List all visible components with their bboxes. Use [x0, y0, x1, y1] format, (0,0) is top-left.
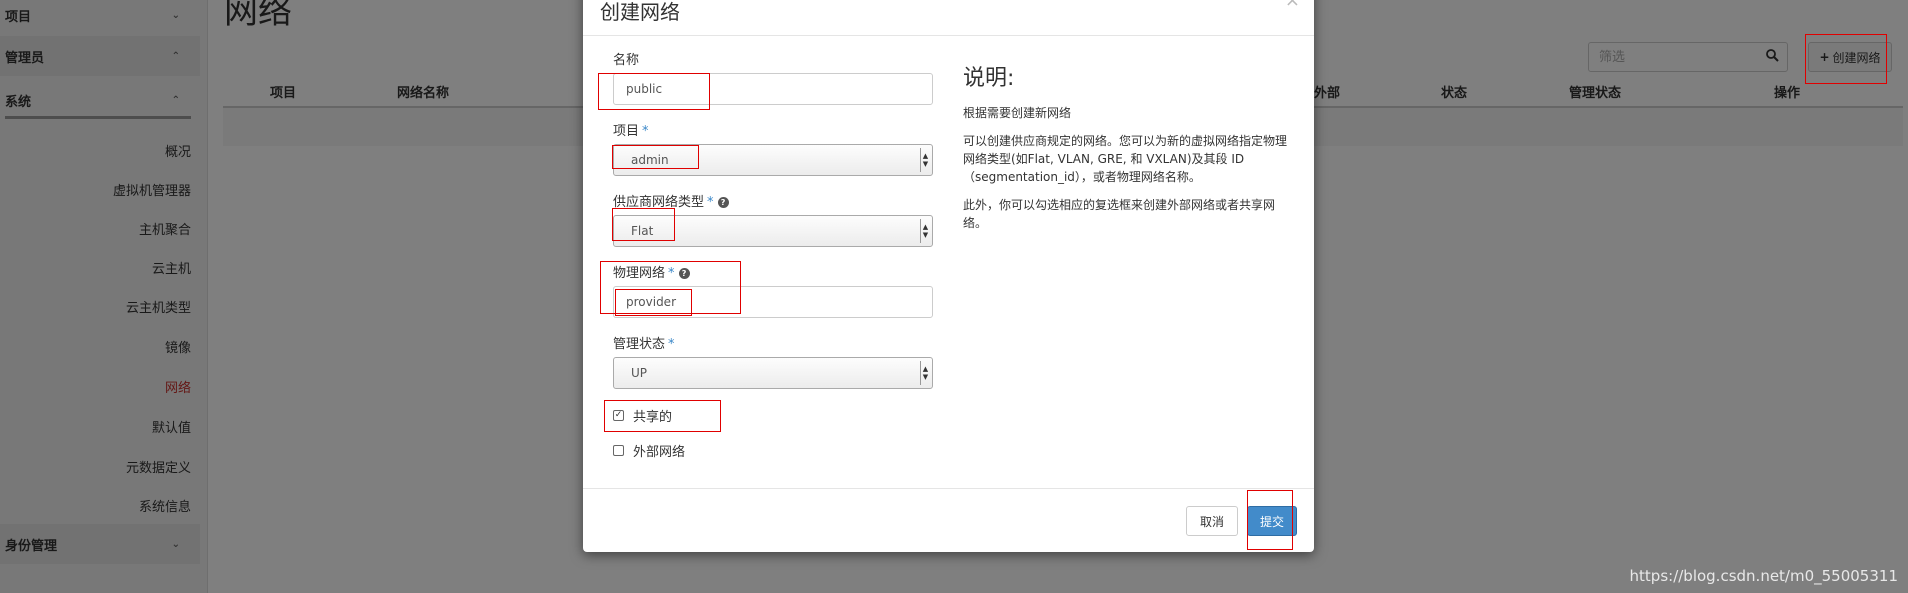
external-checkbox-row[interactable]: 外部网络 — [613, 441, 685, 460]
admin-state-select-value: UP — [631, 366, 648, 380]
project-select[interactable]: admin ▲ ▼ — [613, 144, 933, 176]
name-label: 名称 — [613, 53, 640, 68]
required-mark: * — [642, 124, 649, 139]
description-panel: 说明: 根据需要创建新网络 可以创建供应商规定的网络。您可以为新的虚拟网络指定物… — [963, 60, 1293, 242]
select-arrows-icon: ▲ ▼ — [920, 361, 930, 385]
shared-label: 共享的 — [633, 410, 673, 425]
admin-state-label-row: 管理状态 * — [613, 333, 675, 352]
project-label: 项目 — [613, 124, 640, 139]
provider-type-select[interactable]: Flat ▲ ▼ — [613, 215, 933, 247]
watermark: https://blog.csdn.net/m0_55005311 — [1629, 567, 1898, 585]
select-arrows-icon: ▲ ▼ — [920, 148, 930, 172]
name-input[interactable]: public — [613, 73, 933, 105]
modal-header: 创建网络 × — [583, 0, 1314, 36]
physical-network-label-row: 物理网络 *? — [613, 262, 690, 281]
help-icon[interactable]: ? — [717, 197, 729, 208]
required-mark: * — [668, 337, 675, 352]
submit-button[interactable]: 提交 — [1247, 506, 1297, 536]
project-label-row: 项目 * — [613, 120, 649, 139]
external-checkbox[interactable] — [613, 445, 624, 456]
shared-checkbox-row[interactable]: ✓ 共享的 — [613, 406, 672, 425]
provider-type-label-row: 供应商网络类型 *? — [613, 191, 729, 210]
required-mark: * — [707, 195, 714, 210]
physical-network-label: 物理网络 — [613, 266, 666, 281]
physical-network-input[interactable]: provider — [613, 286, 933, 318]
provider-type-label: 供应商网络类型 — [613, 195, 705, 210]
create-network-modal: 创建网络 × 名称 public 项目 * admin ▲ ▼ 供应商网络类型 *? … — [583, 0, 1314, 552]
description-title: 说明: — [963, 66, 1015, 91]
shared-checkbox[interactable]: ✓ — [613, 410, 624, 421]
description-paragraph-3: 此外，你可以勾选相应的复选框来创建外部网络或者共享网络。 — [963, 198, 1276, 230]
external-label: 外部网络 — [633, 445, 686, 460]
modal-title: 创建网络 — [600, 0, 680, 24]
admin-state-select[interactable]: UP ▲ ▼ — [613, 357, 933, 389]
close-icon[interactable]: × — [1285, 0, 1300, 11]
modal-footer-divider — [583, 488, 1314, 489]
cancel-button[interactable]: 取消 — [1186, 506, 1238, 536]
description-paragraph-2: 可以创建供应商规定的网络。您可以为新的虚拟网络指定物理网络类型(如Flat, V… — [963, 134, 1288, 184]
required-mark: * — [668, 266, 675, 281]
provider-type-select-value: Flat — [631, 224, 654, 238]
description-paragraph-1: 根据需要创建新网络 — [963, 106, 1072, 120]
admin-state-label: 管理状态 — [613, 337, 666, 352]
project-select-value: admin — [631, 153, 669, 167]
help-icon[interactable]: ? — [678, 268, 690, 279]
select-arrows-icon: ▲ ▼ — [920, 219, 930, 243]
